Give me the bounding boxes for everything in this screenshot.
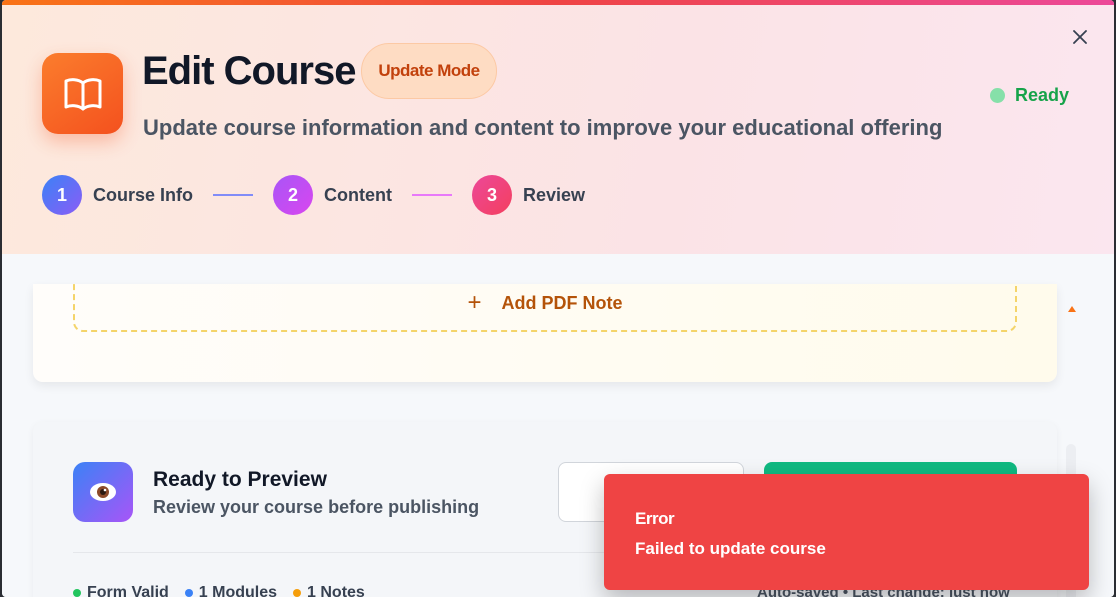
status-text: Ready xyxy=(1015,85,1070,105)
eye-icon xyxy=(73,462,133,522)
step-review[interactable]: 3 Review xyxy=(472,175,585,215)
add-pdf-label: Add PDF Note xyxy=(501,292,623,313)
stat-dot xyxy=(73,589,81,597)
stat-modules: 1 Modules xyxy=(184,584,278,597)
status-dot xyxy=(990,88,1005,103)
step-label: Review xyxy=(523,184,586,205)
add-pdf-note-button[interactable]: + Add PDF Note xyxy=(73,284,1017,332)
step-connector xyxy=(213,194,254,196)
page-title: Edit Course xyxy=(142,49,356,93)
step-connector xyxy=(412,194,452,196)
step-number: 2 xyxy=(273,175,314,215)
modal-header: Edit Course Update Mode Update course in… xyxy=(2,5,1114,254)
stat-label: Form Valid xyxy=(87,584,169,597)
plus-icon: + xyxy=(467,289,482,316)
form-stats: Form Valid 1 Modules 1 Notes xyxy=(73,584,365,597)
pdf-notes-card: + Add PDF Note xyxy=(33,284,1057,382)
toast-message: Failed to update course xyxy=(635,539,826,558)
page-subtitle: Update course information and content to… xyxy=(143,115,943,140)
error-toast[interactable]: Error Failed to update course xyxy=(604,474,1089,590)
open-book-icon xyxy=(42,53,123,134)
close-icon[interactable] xyxy=(1068,25,1092,49)
preview-subtitle: Review your course before publishing xyxy=(153,497,480,517)
step-label: Course Info xyxy=(93,184,194,205)
scroll-up-arrow-icon[interactable] xyxy=(1068,306,1076,312)
toast-title: Error xyxy=(635,509,675,528)
step-number: 3 xyxy=(472,175,512,215)
step-number: 1 xyxy=(42,175,82,215)
stat-form-valid: Form Valid xyxy=(73,584,169,597)
stat-label: 1 Notes xyxy=(307,584,365,597)
step-label: Content xyxy=(324,184,392,205)
step-course-info[interactable]: 1 Course Info xyxy=(42,175,193,215)
stat-notes: 1 Notes xyxy=(293,584,365,597)
preview-title: Ready to Preview xyxy=(153,468,327,491)
stepper: 1 Course Info 2 Content 3 Review xyxy=(42,175,585,215)
stat-dot xyxy=(293,589,302,597)
update-mode-badge: Update Mode xyxy=(361,43,497,99)
status-indicator: Ready xyxy=(990,85,1069,106)
stat-label: 1 Modules xyxy=(198,584,278,597)
step-content[interactable]: 2 Content xyxy=(273,175,392,215)
stat-dot xyxy=(184,589,193,597)
